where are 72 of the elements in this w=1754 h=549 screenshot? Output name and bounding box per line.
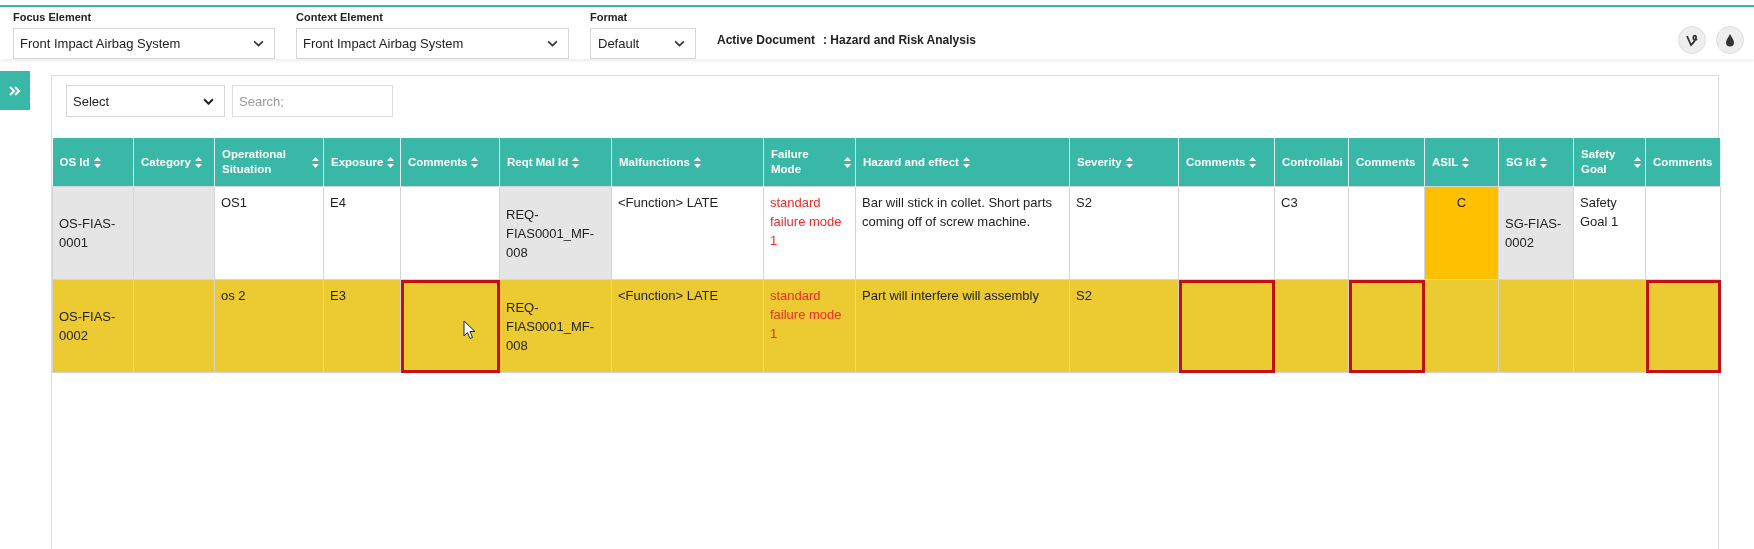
sort-icon <box>1462 156 1470 168</box>
table-cell: E3 <box>323 279 401 373</box>
search-field[interactable]: Search; <box>232 85 393 117</box>
column-header[interactable]: ASIL <box>1424 138 1499 187</box>
table-cell: S2 <box>1069 279 1179 373</box>
column-header[interactable]: Hazard and effect <box>855 138 1070 187</box>
v-logo-icon <box>1685 33 1699 47</box>
table-cell: <Function> LATE <box>611 186 764 280</box>
sort-icon <box>844 156 851 168</box>
sort-icon <box>693 156 701 168</box>
drop-button[interactable] <box>1716 26 1744 54</box>
chevron-icon <box>203 97 214 105</box>
column-header[interactable]: Category <box>133 138 215 187</box>
sort-icon <box>1249 156 1257 168</box>
sort-icon <box>1125 156 1133 168</box>
column-header[interactable]: OS Id <box>52 138 134 187</box>
focus-element-select[interactable]: Front Impact Airbag System <box>13 28 275 59</box>
sort-icon <box>1634 156 1641 168</box>
column-header[interactable]: Comments <box>1178 138 1275 187</box>
sort-icon <box>194 156 202 168</box>
table-cell: Part will interfere will assembly <box>855 279 1070 373</box>
sort-icon <box>962 156 970 168</box>
table-cell: SG-FIAS-0002 <box>1498 186 1574 280</box>
chevron-icon <box>547 40 558 47</box>
table-cell: OS1 <box>214 186 324 280</box>
field-label: Format <box>590 11 629 23</box>
table-cell: <Function> LATE <box>611 279 764 373</box>
table-cell: S2 <box>1069 186 1179 280</box>
field-label: Context Element <box>296 11 384 23</box>
column-header[interactable]: SG Id <box>1498 138 1574 187</box>
context-element-select[interactable]: Front Impact Airbag System <box>296 28 569 59</box>
column-header[interactable]: Safety Goal <box>1573 138 1646 187</box>
table-cell: REQ-FIAS0001_MF-008 <box>499 186 612 280</box>
sort-icon <box>471 156 479 168</box>
column-header[interactable]: Malfunctions <box>611 138 764 187</box>
table-cell: Safety Goal 1 <box>1573 186 1646 280</box>
column-header[interactable]: Operational Situation <box>214 138 324 187</box>
table-row[interactable]: OS-FIAS-0002 os 2 E3 REQ-FIAS0001_MF-008 <Function> LATE standard failure mode 1 Part will interfere will assembly S2 <box>52 279 1721 373</box>
chevron-icon <box>253 40 264 47</box>
table-row[interactable]: OS-FIAS-0001 OS1 E4 REQ-FIAS0001_MF-008 <Function> LATE standard failure mode 1 Bar will stick in collet. Short parts coming off of screw machine. S2 C3 C SG-FIAS-0002 Safety Goal 1 <box>52 186 1721 280</box>
table-cell: C <box>1424 186 1499 280</box>
column-header[interactable]: Controllabi <box>1274 138 1349 187</box>
column-header[interactable]: Severity <box>1069 138 1179 187</box>
chevron-icon <box>674 40 685 47</box>
sort-icon <box>93 156 101 168</box>
column-header[interactable]: Comments <box>1348 138 1425 187</box>
table-cell: standard failure mode 1 <box>763 186 856 280</box>
column-header[interactable]: Reqt Mal Id <box>499 138 612 187</box>
table-cell: C3 <box>1274 186 1349 280</box>
column-header[interactable]: Exposure <box>323 138 401 187</box>
mouse-pointer-icon <box>463 320 476 340</box>
column-header[interactable]: Failure Mode <box>763 138 856 187</box>
table-cell: OS-FIAS-0002 <box>52 279 134 373</box>
table-cell: os 2 <box>214 279 324 373</box>
sort-icon <box>1540 156 1548 168</box>
table-cell: REQ-FIAS0001_MF-008 <box>499 279 612 373</box>
column-header[interactable]: Comments <box>400 138 500 187</box>
field-label: Focus Element <box>13 11 93 23</box>
sort-icon <box>387 156 395 168</box>
drop-icon <box>1724 33 1736 47</box>
active-document-label: Active Document <box>717 33 816 47</box>
double-chevron-icon <box>9 85 21 96</box>
table-cell: E4 <box>323 186 401 280</box>
table-cell: standard failure mode 1 <box>763 279 856 373</box>
table-cell: Bar will stick in collet. Short parts coming off of screw machine. <box>855 186 1070 280</box>
sort-icon <box>572 156 580 168</box>
format-select[interactable]: Default <box>590 28 696 59</box>
column-header[interactable]: Comments <box>1645 138 1721 187</box>
table-cell: OS-FIAS-0001 <box>52 186 134 280</box>
active-document-name: : Hazard and Risk Analysis <box>823 33 976 47</box>
sort-icon <box>312 156 319 168</box>
filter-select[interactable]: Select <box>66 85 225 117</box>
